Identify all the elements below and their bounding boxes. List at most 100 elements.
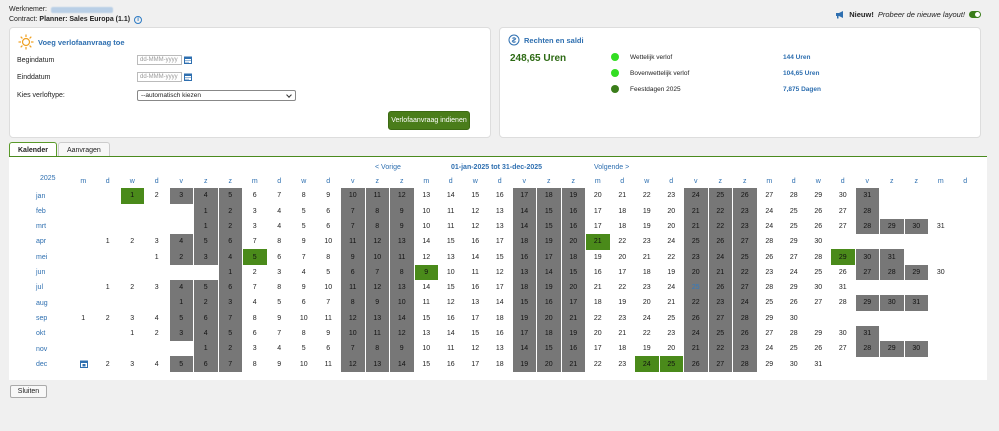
- calendar-day[interactable]: 29: [855, 295, 879, 311]
- calendar-day[interactable]: 1: [96, 234, 120, 250]
- calendar-day[interactable]: 8: [243, 310, 267, 326]
- calendar-day[interactable]: 2: [194, 295, 218, 311]
- calendar-day[interactable]: 25: [660, 310, 684, 326]
- calendar-day[interactable]: 5: [292, 341, 316, 357]
- calendar-day[interactable]: 23: [635, 234, 659, 250]
- calendar-day[interactable]: 27: [782, 249, 806, 265]
- calendar-day[interactable]: 19: [512, 310, 536, 327]
- calendar-day[interactable]: 6: [194, 356, 218, 373]
- calendar-day[interactable]: 25: [708, 325, 732, 342]
- calendar-day[interactable]: 23: [708, 295, 732, 311]
- calendar-day[interactable]: 27: [807, 295, 831, 311]
- calendar-day[interactable]: 9: [292, 234, 316, 250]
- calendar-day[interactable]: 20: [561, 233, 585, 250]
- calendar-day[interactable]: 29: [782, 280, 806, 296]
- calendar-day[interactable]: 20: [586, 188, 610, 204]
- new-layout-toggle[interactable]: [969, 11, 981, 18]
- calendar-picker-icon[interactable]: [184, 73, 192, 81]
- calendar-day[interactable]: 29: [880, 341, 904, 357]
- calendar-day[interactable]: 23: [733, 203, 757, 220]
- calendar-day[interactable]: 30: [807, 234, 831, 250]
- calendar-day[interactable]: 27: [855, 264, 879, 281]
- calendar-day[interactable]: 14: [512, 341, 536, 357]
- calendar-day[interactable]: 23: [733, 218, 757, 235]
- calendar-day[interactable]: 13: [390, 233, 414, 250]
- calendar-day[interactable]: 13: [512, 264, 536, 281]
- calendar-day[interactable]: 28: [855, 203, 879, 220]
- calendar-day[interactable]: 3: [145, 234, 169, 250]
- calendar-day[interactable]: 24: [758, 219, 782, 235]
- calendar-day[interactable]: 11: [439, 341, 463, 357]
- calendar-day[interactable]: 27: [733, 279, 757, 296]
- calendar-day[interactable]: 1: [194, 341, 218, 357]
- einddatum-input[interactable]: dd-MMM-yyyy: [137, 72, 182, 82]
- calendar-day[interactable]: 12: [341, 356, 365, 373]
- calendar-day[interactable]: 21: [635, 249, 659, 265]
- calendar-day[interactable]: 25: [684, 233, 708, 250]
- calendar-day[interactable]: 14: [390, 356, 414, 373]
- calendar-day[interactable]: 3: [243, 219, 267, 235]
- calendar-day[interactable]: 26: [708, 279, 732, 296]
- calendar-day[interactable]: 25: [807, 265, 831, 281]
- calendar-day[interactable]: 25: [782, 219, 806, 235]
- calendar-day[interactable]: 30: [880, 295, 904, 311]
- calendar-day[interactable]: 11: [341, 233, 365, 250]
- calendar-day[interactable]: 5: [194, 279, 218, 296]
- calendar-day[interactable]: 4: [218, 249, 242, 265]
- calendar-day[interactable]: 19: [635, 203, 659, 219]
- calendar-day[interactable]: 30: [782, 310, 806, 326]
- calendar-day[interactable]: 26: [807, 219, 831, 235]
- calendar-day[interactable]: 17: [537, 249, 561, 265]
- calendar-day[interactable]: 21: [611, 188, 635, 204]
- calendar-day[interactable]: 5: [194, 233, 218, 250]
- calendar-day[interactable]: 18: [635, 265, 659, 281]
- calendar-day[interactable]: 22: [635, 188, 659, 204]
- calendar-day[interactable]: 11: [365, 325, 389, 342]
- calendar-day[interactable]: 18: [611, 341, 635, 357]
- calendar-day[interactable]: 2: [243, 265, 267, 281]
- calendar-day[interactable]: 10: [341, 188, 365, 204]
- calendar-day[interactable]: 22: [708, 218, 732, 235]
- verloftype-select[interactable]: --automatisch kiezen: [137, 90, 296, 101]
- calendar-day[interactable]: 9: [341, 249, 365, 265]
- calendar-day[interactable]: 17: [512, 188, 536, 204]
- calendar-day[interactable]: 15: [464, 326, 488, 342]
- calendar-day[interactable]: 2: [121, 234, 145, 250]
- month-label[interactable]: nov: [36, 341, 47, 357]
- saldo-value[interactable]: 104,65 Uren: [783, 70, 820, 77]
- calendar-day[interactable]: 3: [243, 341, 267, 357]
- calendar-day[interactable]: 28: [807, 249, 831, 265]
- calendar-day[interactable]: 7: [341, 218, 365, 235]
- saldo-value[interactable]: 7,875 Dagen: [783, 86, 821, 93]
- calendar-day[interactable]: 26: [807, 203, 831, 219]
- calendar-day[interactable]: 12: [488, 265, 512, 281]
- month-label[interactable]: dec: [36, 356, 47, 372]
- month-label[interactable]: jul: [36, 280, 43, 296]
- calendar-day[interactable]: 8: [292, 188, 316, 204]
- calendar-day[interactable]: 8: [365, 341, 389, 357]
- calendar-day[interactable]: 31: [929, 219, 953, 235]
- calendar-day[interactable]: 22: [611, 280, 635, 296]
- calendar-day[interactable]: 10: [317, 234, 341, 250]
- calendar-day[interactable]: 16: [561, 218, 585, 235]
- calendar-day[interactable]: 8: [268, 234, 292, 250]
- info-icon[interactable]: i: [134, 16, 143, 24]
- calendar-day[interactable]: 9: [390, 218, 414, 235]
- month-label[interactable]: okt: [36, 326, 45, 342]
- calendar-day[interactable]: 13: [365, 310, 389, 327]
- calendar-day[interactable]: 4: [169, 233, 193, 250]
- calendar-day[interactable]: 22: [635, 326, 659, 342]
- calendar-day[interactable]: 2: [96, 356, 120, 372]
- calendar-day[interactable]: 27: [708, 310, 732, 327]
- calendar-day[interactable]: 24: [758, 203, 782, 219]
- calendar-day[interactable]: 6: [317, 203, 341, 219]
- calendar-day[interactable]: 29: [758, 356, 782, 372]
- calendar-day[interactable]: 4: [169, 279, 193, 296]
- calendar-day[interactable]: 19: [512, 356, 536, 373]
- calendar-day[interactable]: 14: [512, 203, 536, 220]
- calendar-day[interactable]: 12: [464, 203, 488, 219]
- calendar-day[interactable]: 30: [831, 326, 855, 342]
- calendar-day[interactable]: 25: [758, 295, 782, 311]
- calendar-day[interactable]: 14: [415, 280, 439, 296]
- calendar-day[interactable]: 8: [365, 218, 389, 235]
